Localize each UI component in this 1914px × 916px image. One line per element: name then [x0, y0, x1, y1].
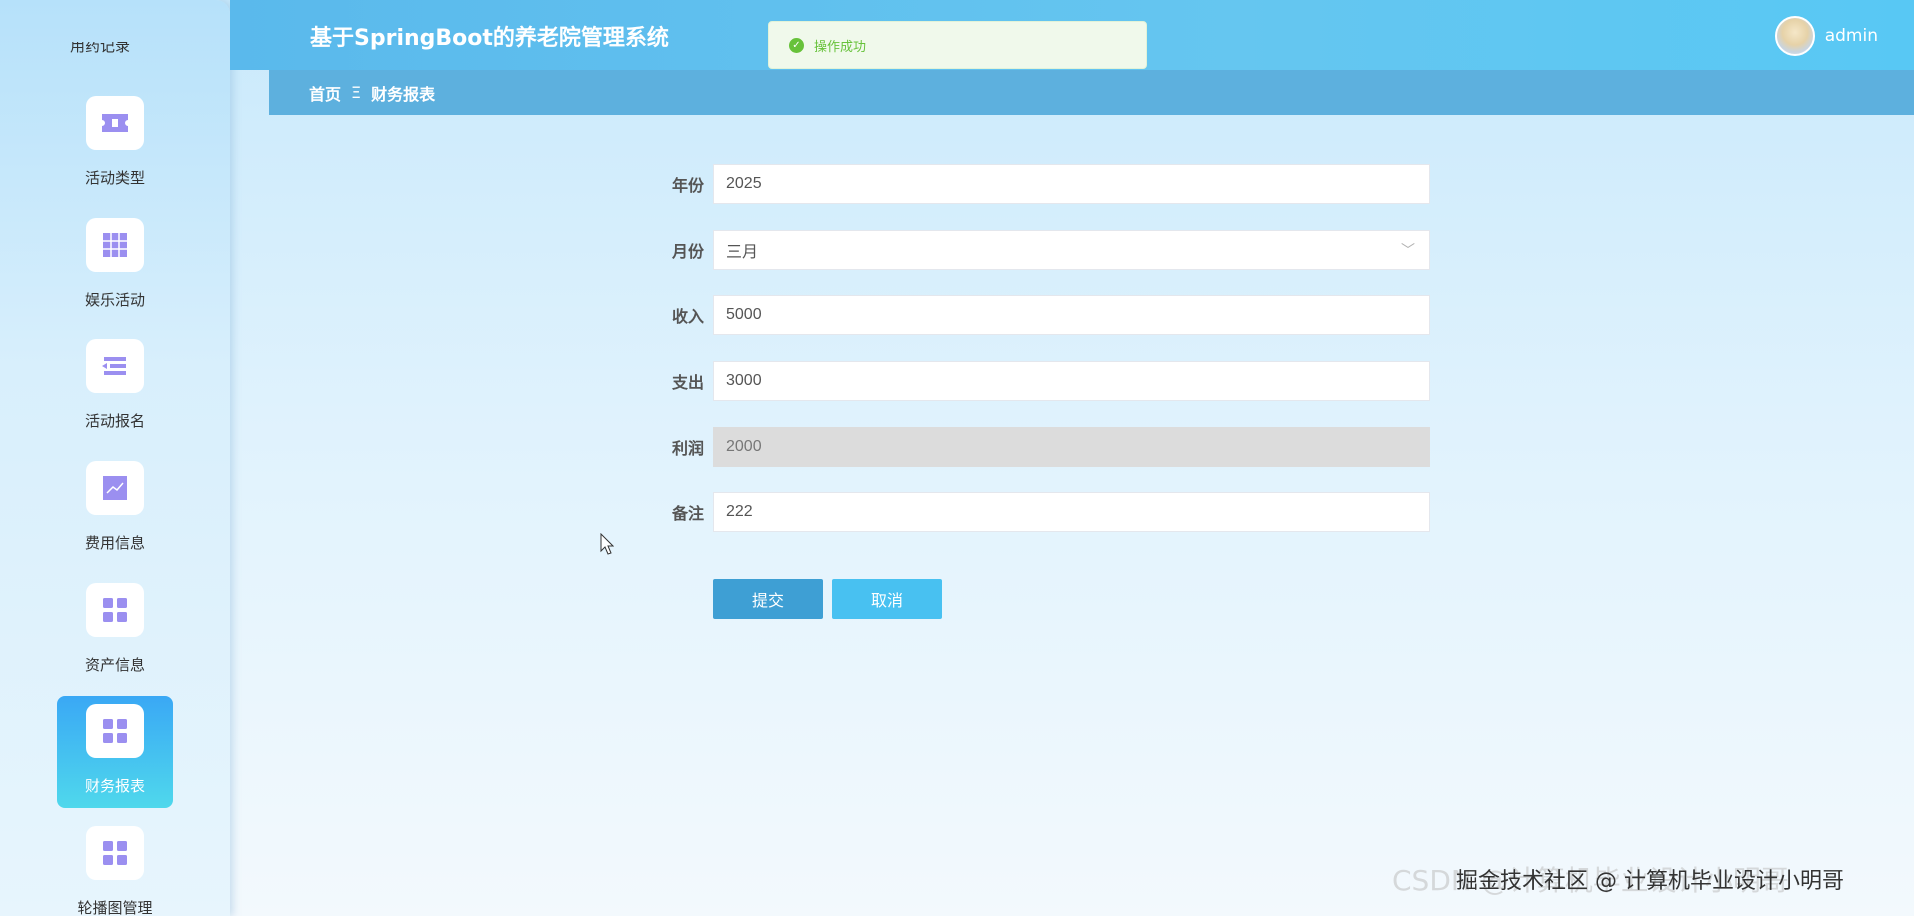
sidebar-item-label: 活动类型: [84, 169, 145, 187]
sidebar-item-label: 轮播图管理: [77, 899, 153, 916]
sidebar-item-label: 财务报表: [84, 777, 145, 795]
breadcrumb-separator-icon: Ξ: [351, 83, 362, 102]
sidebar-item-entertainment[interactable]: 娱乐活动: [57, 210, 173, 322]
income-label: 收入: [671, 307, 704, 326]
ticket-icon: [86, 96, 144, 150]
breadcrumb-home[interactable]: 首页: [309, 81, 341, 105]
form-row-income: 收入 5000: [660, 295, 1430, 335]
sidebar-item-activity-type[interactable]: 活动类型: [57, 88, 173, 200]
profit-label: 利润: [671, 439, 704, 458]
cancel-button[interactable]: 取消: [832, 579, 942, 619]
remark-label: 备注: [671, 504, 704, 523]
username[interactable]: admin: [1825, 26, 1878, 46]
form-row-expense: 支出 3000: [660, 361, 1430, 401]
apps-icon: [86, 704, 144, 758]
form-row-month: 月份 三月 ﹀: [660, 230, 1430, 270]
sidebar-item-fees[interactable]: 费用信息: [57, 453, 173, 565]
month-select[interactable]: 三月 ﹀: [713, 230, 1430, 270]
month-label: 月份: [671, 242, 704, 261]
sidebar-item-label: 资产信息: [84, 656, 145, 674]
breadcrumb-current: 财务报表: [371, 84, 436, 104]
expense-input[interactable]: 3000: [713, 361, 1430, 401]
list-icon: [86, 339, 144, 393]
year-input[interactable]: 2025: [713, 164, 1430, 204]
submit-button[interactable]: 提交: [713, 579, 823, 619]
app-title: 基于SpringBoot的养老院管理系统: [310, 26, 669, 51]
chevron-down-icon: ﹀: [1401, 242, 1415, 258]
sidebar-item-financial-report[interactable]: 财务报表: [57, 696, 173, 808]
apps-icon: [86, 583, 144, 637]
sidebar: 用药记录 活动类型 娱乐活动 活动报名 费用信息 资产信息 财务报表 轮播图管理: [0, 0, 230, 916]
sidebar-item-label-partial[interactable]: 用药记录: [70, 42, 130, 56]
income-input[interactable]: 5000: [713, 295, 1430, 335]
toast-message: 操作成功: [814, 39, 867, 55]
success-toast: ✓ 操作成功: [768, 21, 1147, 69]
grid-icon: [86, 218, 144, 272]
sidebar-item-carousel[interactable]: 轮播图管理: [57, 818, 173, 916]
form-row-profit: 利润 2000: [660, 427, 1430, 467]
sidebar-item-registration[interactable]: 活动报名: [57, 331, 173, 443]
breadcrumb: 首页 Ξ 财务报表: [269, 70, 1914, 115]
form-row-remark: 备注 222: [660, 492, 1430, 532]
user-menu[interactable]: admin: [1774, 16, 1878, 56]
year-label: 年份: [671, 176, 704, 195]
remark-input[interactable]: 222: [713, 492, 1430, 532]
watermark-juejin: 掘金技术社区 @ 计算机毕业设计小明哥: [1456, 869, 1844, 894]
check-circle-icon: ✓: [789, 37, 804, 53]
profit-input: 2000: [713, 427, 1430, 467]
avatar[interactable]: [1774, 16, 1815, 56]
sidebar-item-label: 活动报名: [84, 412, 145, 430]
month-select-value: 三月: [726, 244, 759, 261]
mouse-cursor-icon: [600, 533, 614, 555]
chart-icon: [86, 461, 144, 515]
form-row-year: 年份 2025: [660, 164, 1430, 204]
apps-icon: [86, 826, 144, 880]
sidebar-item-assets[interactable]: 资产信息: [57, 575, 173, 687]
expense-label: 支出: [671, 373, 704, 392]
sidebar-item-label: 娱乐活动: [84, 291, 145, 309]
sidebar-item-label: 费用信息: [84, 534, 145, 552]
